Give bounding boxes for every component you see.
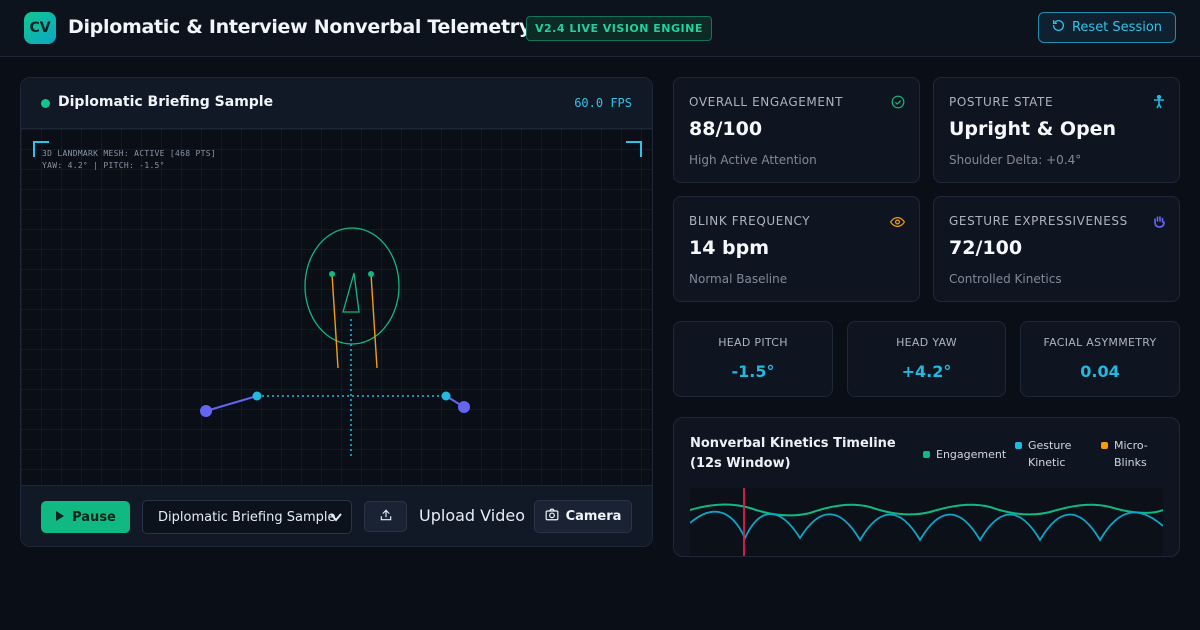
- upload-video-label[interactable]: Upload Video: [419, 506, 525, 525]
- nose-landmark: [342, 272, 360, 313]
- camera-label: Camera: [565, 509, 622, 524]
- app-logo: CV: [24, 12, 56, 44]
- hand-joint-left: [200, 405, 212, 417]
- legend-engagement: Engagement: [923, 446, 1008, 463]
- blink-value: 14 bpm: [689, 237, 770, 259]
- engagement-subtext: High Active Attention: [689, 153, 817, 167]
- posture-label: POSTURE STATE: [949, 95, 1054, 109]
- gaze-ray-right: [370, 273, 378, 369]
- facial-asymmetry-label: FACIAL ASYMMETRY: [1043, 336, 1157, 349]
- shoulder-joint-right: [441, 391, 451, 401]
- engagement-card: OVERALL ENGAGEMENT 88/100 High Active At…: [673, 77, 920, 183]
- app-header: CV Diplomatic & Interview Nonverbal Tele…: [0, 0, 1200, 57]
- video-title: Diplomatic Briefing Sample: [58, 94, 274, 110]
- head-yaw-label: HEAD YAW: [896, 336, 957, 349]
- gaze-ray-left: [331, 273, 339, 369]
- gesture-kinetic-trace: [689, 510, 1164, 542]
- reset-session-button[interactable]: Reset Session: [1038, 12, 1176, 43]
- video-source-value: Diplomatic Briefing Sample: [158, 509, 336, 525]
- head-pitch-value: -1.5°: [731, 362, 775, 381]
- blink-label: BLINK FREQUENCY: [689, 214, 811, 228]
- upload-button[interactable]: [364, 501, 407, 532]
- posture-card: POSTURE STATE Upright & Open Shoulder De…: [933, 77, 1180, 183]
- eye-icon: [889, 213, 906, 232]
- timeline-chart: [689, 488, 1164, 556]
- legend-swatch-gesture-kinetic: [1015, 442, 1022, 449]
- legend-micro-blinks: Micro-Blinks: [1101, 437, 1171, 471]
- pose-skeleton: [200, 227, 470, 459]
- facial-asymmetry-value: 0.04: [1080, 362, 1120, 381]
- landmark-canvas: 3D LANDMARK MESH: ACTIVE [468 PTS] YAW: …: [21, 129, 652, 485]
- reset-session-label: Reset Session: [1071, 20, 1163, 35]
- upload-icon: [379, 507, 393, 526]
- timeline-title: Nonverbal Kinetics Timeline (12s Window): [690, 436, 896, 471]
- legend-swatch-micro-blinks: [1101, 442, 1108, 449]
- legend-label-micro-blinks: Micro-Blinks: [1114, 439, 1148, 469]
- face-outline: [304, 227, 400, 345]
- camera-icon: [545, 508, 559, 525]
- check-circle-icon: [891, 94, 905, 113]
- head-pitch-card: HEAD PITCH -1.5°: [673, 321, 833, 397]
- kinetics-timeline-panel: Nonverbal Kinetics Timeline (12s Window)…: [673, 417, 1180, 557]
- play-icon: [55, 510, 65, 525]
- video-source-select[interactable]: Diplomatic Briefing Sample: [142, 500, 352, 534]
- hand-joint-right: [458, 401, 470, 413]
- video-panel: Diplomatic Briefing Sample 60.0 FPS 3D L…: [20, 77, 653, 547]
- blink-subtext: Normal Baseline: [689, 272, 788, 286]
- posture-value: Upright & Open: [949, 118, 1117, 140]
- posture-subtext: Shoulder Delta: +0.4°: [949, 153, 1082, 167]
- engagement-trace: [689, 503, 1164, 517]
- legend-label-engagement: Engagement: [936, 448, 1007, 461]
- head-yaw-value: +4.2°: [901, 362, 952, 381]
- eye-landmark-right: [368, 271, 374, 277]
- rotate-ccw-icon: [1052, 19, 1065, 36]
- legend-swatch-engagement: [923, 451, 930, 458]
- gesture-card: GESTURE EXPRESSIVENESS 72/100 Controlled…: [933, 196, 1180, 302]
- blink-card: BLINK FREQUENCY 14 bpm Normal Baseline: [673, 196, 920, 302]
- chevron-down-icon: [329, 509, 343, 529]
- legend-label-gesture-kinetic: Gesture Kinetic: [1028, 439, 1072, 469]
- gesture-label: GESTURE EXPRESSIVENESS: [949, 214, 1128, 228]
- head-yaw-card: HEAD YAW +4.2°: [847, 321, 1006, 397]
- pause-label: Pause: [72, 509, 116, 525]
- facial-asymmetry-card: FACIAL ASYMMETRY 0.04: [1020, 321, 1180, 397]
- timeline-svg: [689, 488, 1164, 556]
- playback-controls: Pause Diplomatic Briefing Sample Upload …: [21, 485, 652, 546]
- arm-left: [205, 395, 258, 412]
- shoulder-joint-left: [252, 391, 262, 401]
- head-pitch-label: HEAD PITCH: [718, 336, 788, 349]
- engagement-label: OVERALL ENGAGEMENT: [689, 95, 844, 109]
- gesture-value: 72/100: [949, 237, 1023, 259]
- hand-icon: [1154, 213, 1165, 232]
- engagement-value: 88/100: [689, 118, 763, 140]
- person-standing-icon: [1153, 94, 1165, 113]
- fps-readout: 60.0 FPS: [574, 96, 632, 110]
- version-badge: V2.4 LIVE VISION ENGINE: [526, 16, 712, 41]
- legend-gesture-kinetic: Gesture Kinetic: [1015, 437, 1085, 471]
- camera-button[interactable]: Camera: [534, 500, 632, 533]
- live-indicator-dot: [41, 99, 50, 108]
- gesture-subtext: Controlled Kinetics: [949, 272, 1062, 286]
- eye-landmark-left: [329, 271, 335, 277]
- video-panel-header: Diplomatic Briefing Sample 60.0 FPS: [21, 78, 652, 129]
- pause-button[interactable]: Pause: [41, 501, 130, 533]
